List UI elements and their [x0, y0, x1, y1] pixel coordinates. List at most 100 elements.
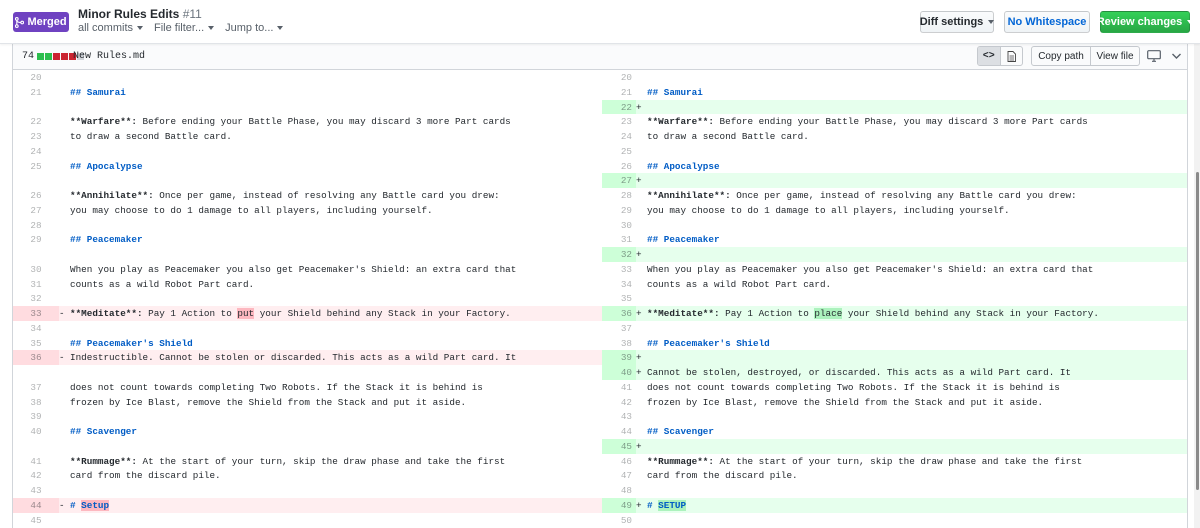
old-line-number[interactable]: 37 — [13, 380, 59, 395]
new-line-number[interactable]: 48 — [602, 483, 636, 498]
new-line-number[interactable]: 39 — [602, 350, 636, 365]
old-line-number[interactable]: 20 — [13, 70, 59, 85]
old-line-number[interactable] — [13, 439, 59, 454]
new-line-number[interactable]: 21 — [602, 85, 636, 100]
old-line-number[interactable] — [13, 100, 59, 115]
new-code-line — [636, 291, 1187, 306]
old-line-number[interactable]: 40 — [13, 424, 59, 439]
old-line-number[interactable]: 21 — [13, 85, 59, 100]
new-line-number[interactable]: 34 — [602, 277, 636, 292]
jump-to-menu[interactable]: Jump to... — [225, 22, 284, 34]
old-line-number[interactable]: 34 — [13, 321, 59, 336]
diff-row: 38 frozen by Ice Blast, remove the Shield… — [13, 395, 1187, 410]
new-line-number[interactable]: 24 — [602, 129, 636, 144]
diff-row: 42 card from the discard pile. 47 card from… — [13, 468, 1187, 483]
new-code-line — [636, 513, 1187, 528]
new-code-line: you may choose to do 1 damage to all pla… — [636, 203, 1187, 218]
diff-row: 36- Indestructible. Cannot be stolen or d… — [13, 350, 1187, 365]
new-line-number[interactable]: 45 — [602, 438, 636, 454]
review-changes-button[interactable]: Review changes — [1097, 11, 1194, 33]
diff-row: 27 + — [13, 173, 1187, 188]
new-code-line: + # SETUP — [636, 497, 1187, 513]
new-line-number[interactable]: 23 — [602, 114, 636, 129]
old-line-number[interactable]: 26 — [13, 188, 59, 203]
new-line-number[interactable]: 38 — [602, 336, 636, 351]
new-line-number[interactable]: 41 — [602, 380, 636, 395]
diff-marker: + — [636, 308, 642, 319]
old-line-number[interactable] — [13, 365, 59, 380]
old-line-number[interactable]: 41 — [13, 454, 59, 469]
old-code-line — [59, 144, 602, 159]
old-line-number[interactable]: 23 — [13, 129, 59, 144]
diff-row: 26 **Annihilate**: Once per game, instead… — [13, 188, 1187, 203]
old-line-number[interactable]: 22 — [13, 114, 59, 129]
old-line-number[interactable]: 25 — [13, 159, 59, 174]
new-line-number[interactable]: 42 — [602, 395, 636, 410]
file-name-link[interactable]: New Rules.md — [73, 51, 145, 62]
new-line-number[interactable]: 40 — [602, 365, 636, 380]
diff-row: 24 25 — [13, 144, 1187, 159]
new-line-number[interactable]: 30 — [602, 218, 636, 233]
old-line-number[interactable]: 43 — [13, 483, 59, 498]
split-diff-table: 20 20 21 ## Samurai 21 ## Samurai 22 +22 **Warfa… — [12, 70, 1188, 528]
new-line-number[interactable]: 29 — [602, 203, 636, 218]
new-line-number[interactable]: 43 — [602, 409, 636, 424]
code-icon[interactable]: <> — [978, 47, 1001, 65]
old-line-number[interactable]: 39 — [13, 409, 59, 424]
old-line-number[interactable]: 36 — [13, 350, 59, 365]
old-line-number[interactable]: 42 — [13, 468, 59, 483]
new-line-number[interactable]: 28 — [602, 188, 636, 203]
old-line-number[interactable] — [13, 173, 59, 188]
monitor-icon[interactable] — [1147, 50, 1161, 62]
new-line-number[interactable]: 49 — [602, 497, 636, 513]
old-line-number[interactable]: 29 — [13, 232, 59, 247]
new-line-number[interactable]: 44 — [602, 424, 636, 439]
changed-word-highlight: Setup — [81, 499, 110, 511]
view-file-button[interactable]: View file — [1090, 46, 1140, 66]
old-line-number[interactable]: 44 — [13, 497, 59, 513]
new-line-number[interactable]: 46 — [602, 454, 636, 469]
file-filter-menu[interactable]: File filter... — [154, 22, 215, 34]
old-code-line: **Annihilate**: Once per game, instead o… — [59, 188, 602, 203]
merge-icon — [15, 16, 25, 28]
new-line-number[interactable]: 33 — [602, 262, 636, 277]
commits-menu[interactable]: all commits — [78, 22, 144, 34]
pr-sub-menus: all commits File filter... Jump to... — [78, 22, 284, 34]
old-line-number[interactable]: 38 — [13, 395, 59, 410]
new-line-number[interactable]: 26 — [602, 159, 636, 174]
no-whitespace-button[interactable]: No Whitespace — [1004, 11, 1090, 33]
new-line-number[interactable]: 27 — [602, 173, 636, 188]
old-line-number[interactable]: 27 — [13, 203, 59, 218]
new-line-number[interactable]: 31 — [602, 232, 636, 247]
markdown-heading: ## Apocalypse — [70, 160, 143, 172]
new-line-number[interactable]: 20 — [602, 70, 636, 85]
old-line-number[interactable] — [13, 247, 59, 262]
markdown-heading: ## Peacemaker's Shield — [70, 337, 193, 349]
new-line-number[interactable]: 25 — [602, 144, 636, 159]
new-code-line: When you play as Peacemaker you also get… — [636, 262, 1187, 277]
chevron-down-icon[interactable] — [1171, 51, 1182, 61]
old-line-number[interactable]: 35 — [13, 336, 59, 351]
new-line-number[interactable]: 50 — [602, 513, 636, 528]
code-text: Cannot be stolen, destroyed, or discarde… — [647, 367, 1072, 378]
new-line-number[interactable]: 35 — [602, 291, 636, 306]
new-code-line: **Rummage**: At the start of your turn, … — [636, 454, 1187, 469]
diff-settings-button[interactable]: Diff settings — [920, 11, 995, 33]
old-line-number[interactable]: 31 — [13, 277, 59, 292]
old-line-number[interactable]: 33 — [13, 306, 59, 321]
markdown-heading: ## Peacemaker — [647, 234, 720, 246]
new-line-number[interactable]: 36 — [602, 306, 636, 321]
old-line-number[interactable]: 28 — [13, 218, 59, 233]
new-line-number[interactable]: 32 — [602, 247, 636, 262]
new-line-number[interactable]: 47 — [602, 468, 636, 483]
file-icon[interactable] — [1001, 47, 1023, 65]
new-line-number[interactable]: 22 — [602, 99, 636, 115]
old-line-number[interactable]: 45 — [13, 513, 59, 528]
new-line-number[interactable]: 37 — [602, 321, 636, 336]
old-line-number[interactable]: 30 — [13, 262, 59, 277]
old-line-number[interactable]: 24 — [13, 144, 59, 159]
old-line-number[interactable]: 32 — [13, 291, 59, 306]
page-scrollbar-thumb[interactable] — [1196, 172, 1199, 490]
code-text: Before ending your Battle Phase, you may… — [142, 116, 511, 128]
copy-path-button[interactable]: Copy path — [1031, 46, 1091, 66]
